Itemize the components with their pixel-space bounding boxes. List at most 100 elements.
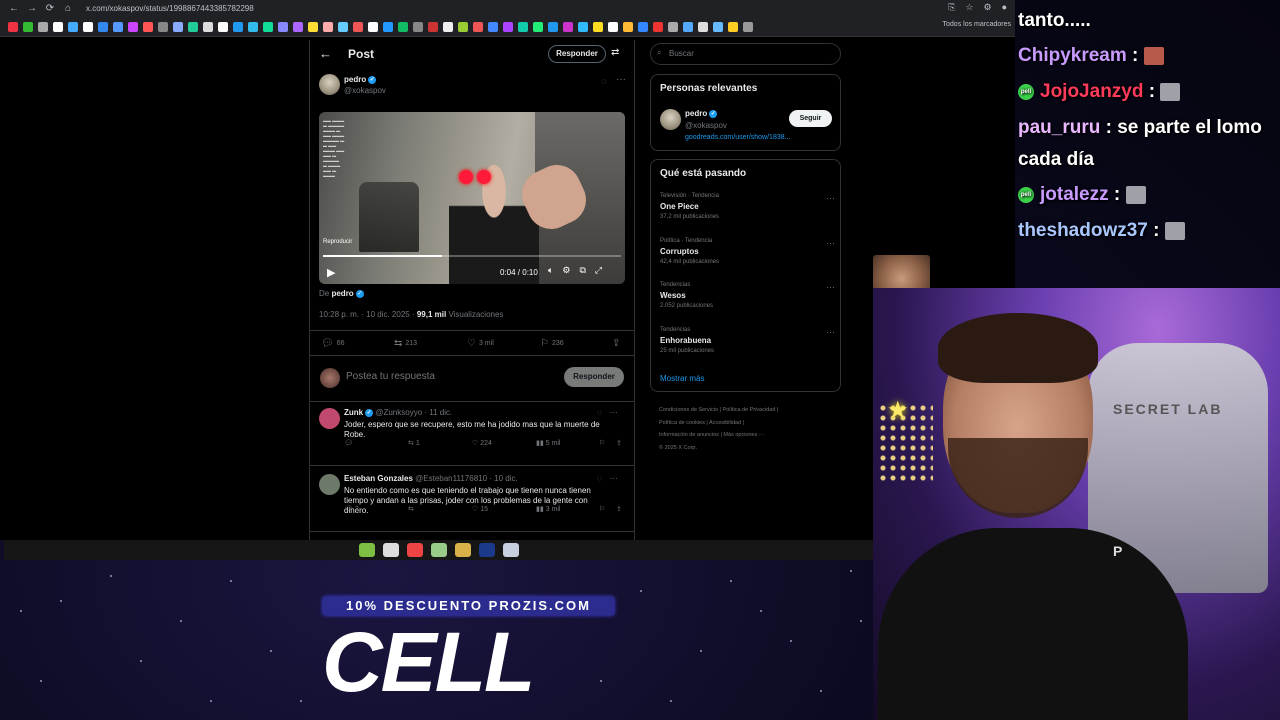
heart-icon[interactable]: ♡ 224 <box>472 439 492 447</box>
bookmark-favicon-icon[interactable] <box>248 21 258 32</box>
extensions-icon[interactable]: ⚙ <box>983 2 991 13</box>
reply-author[interactable]: Zunk ✓ @Zunksoyyo · 11 dic. <box>344 408 452 417</box>
bookmark-favicon-icon[interactable] <box>83 21 93 32</box>
taskbar-app-icon[interactable] <box>406 543 423 557</box>
views-icon[interactable]: ▮▮ 5 mil <box>536 439 560 447</box>
reload-icon[interactable]: ⟳ <box>44 3 56 14</box>
taskbar-app-icon[interactable] <box>502 543 519 557</box>
reply-submit-button[interactable]: Responder <box>564 367 624 387</box>
source-author[interactable]: pedro <box>331 289 353 298</box>
reply-author[interactable]: Esteban Gonzales @Esteban11176810 · 10 d… <box>344 474 518 483</box>
bookmark-favicon-icon[interactable] <box>413 21 423 32</box>
back-arrow-icon[interactable]: ← <box>319 46 332 61</box>
bookmark-favicon-icon[interactable] <box>113 21 123 32</box>
relevant-bio-link[interactable]: goodreads.com/user/show/1838... <box>685 134 790 141</box>
bookmark-favicon-icon[interactable] <box>608 21 618 32</box>
bookmark-favicon-icon[interactable] <box>623 21 633 32</box>
home-icon[interactable]: ⌂ <box>62 3 74 14</box>
bookmark-favicon-icon[interactable] <box>53 21 63 32</box>
bookmark-favicon-icon[interactable] <box>98 21 108 32</box>
follow-button[interactable]: Seguir <box>789 110 832 127</box>
search-input[interactable]: Buscar <box>650 43 841 65</box>
bookmark-favicon-icon[interactable] <box>173 21 183 32</box>
more-options-icon[interactable]: ··· <box>610 474 618 483</box>
trend-item[interactable]: Televisión · Tendencia One Piece 37,2 mil … <box>660 193 835 220</box>
bookmark-favicon-icon[interactable] <box>683 21 693 32</box>
bookmark-favicon-icon[interactable] <box>233 21 243 32</box>
filter-icon[interactable]: ⇄ <box>611 47 619 58</box>
settings-icon[interactable]: ⚙ <box>562 265 570 276</box>
bookmark-favicon-icon[interactable] <box>713 21 723 32</box>
like-action[interactable]: ♡ 3 mil <box>467 338 494 349</box>
fullscreen-icon[interactable]: ⤢ <box>595 265 602 276</box>
bookmark-favicon-icon[interactable] <box>473 21 483 32</box>
bookmark-favicon-icon[interactable] <box>368 21 378 32</box>
grok-icon[interactable]: ◌ <box>597 474 602 483</box>
back-icon[interactable]: ← <box>8 3 20 14</box>
video-progress-bar[interactable] <box>323 255 621 257</box>
bookmark-favicon-icon[interactable] <box>548 21 558 32</box>
replay-label[interactable]: Reproducir <box>323 239 352 245</box>
grok-icon[interactable]: ◌ <box>601 76 606 86</box>
footer-line[interactable]: Información de anuncios | Más opciones ·… <box>659 429 829 442</box>
footer-line[interactable]: Condiciones de Servicio | Política de Pr… <box>659 404 829 417</box>
share-icon[interactable]: ⇪ <box>616 439 622 447</box>
more-options-icon[interactable]: ··· <box>826 238 835 248</box>
reply-input[interactable]: Postea tu respuesta <box>346 371 435 382</box>
trend-item[interactable]: Tendencias Enhorabuena 25 mil publicacione… <box>660 327 835 354</box>
bookmark-favicon-icon[interactable] <box>653 21 663 32</box>
more-options-icon[interactable]: ··· <box>610 408 618 417</box>
bookmark-favicon-icon[interactable] <box>323 21 333 32</box>
taskbar-app-icon[interactable] <box>478 543 495 557</box>
taskbar-app-icon[interactable] <box>358 543 375 557</box>
trend-item[interactable]: Tendencias Wesos 2.052 publicaciones ··· <box>660 282 835 309</box>
taskbar-app-icon[interactable] <box>430 543 447 557</box>
forward-icon[interactable]: → <box>26 3 38 14</box>
share-icon[interactable]: ⇪ <box>616 505 622 513</box>
more-options-icon[interactable]: ··· <box>826 193 835 203</box>
show-more-link[interactable]: Mostrar más <box>660 374 704 383</box>
bookmark-favicon-icon[interactable] <box>728 21 738 32</box>
volume-icon[interactable]: 🔈︎ <box>548 265 553 276</box>
relevant-handle[interactable]: @xokaspov <box>685 121 727 130</box>
reply-avatar[interactable] <box>319 408 340 429</box>
bookmark-favicon-icon[interactable] <box>398 21 408 32</box>
bookmark-favicon-icon[interactable] <box>578 21 588 32</box>
bookmark-favicon-icon[interactable] <box>743 21 753 32</box>
relevant-name[interactable]: pedro ✓ <box>685 109 718 118</box>
bookmark-favicon-icon[interactable] <box>203 21 213 32</box>
reply-item[interactable]: Esteban Gonzales @Esteban11176810 · 10 d… <box>310 468 634 532</box>
bookmark-favicon-icon[interactable] <box>443 21 453 32</box>
bookmark-favicon-icon[interactable] <box>158 21 168 32</box>
bookmark-favicon-icon[interactable] <box>488 21 498 32</box>
reply-action[interactable]: 💬︎ 66 <box>321 338 345 349</box>
more-options-icon[interactable]: ··· <box>826 282 835 292</box>
bookmark-favicon-icon[interactable] <box>8 21 18 32</box>
bookmark-favicon-icon[interactable] <box>428 21 438 32</box>
bookmark-favicon-icon[interactable] <box>128 21 138 32</box>
bookmark-favicon-icon[interactable] <box>503 21 513 32</box>
comment-icon[interactable]: 💬︎ 2 <box>344 505 359 513</box>
reply-avatar[interactable] <box>319 474 340 495</box>
bookmark-favicon-icon[interactable] <box>263 21 273 32</box>
install-icon[interactable]: ⎘ <box>948 2 955 13</box>
heart-icon[interactable]: ♡ 15 <box>472 505 488 513</box>
bookmark-favicon-icon[interactable] <box>338 21 348 32</box>
bookmark-favicon-icon[interactable] <box>278 21 288 32</box>
author-handle[interactable]: @xokaspov <box>344 86 386 95</box>
bookmark-favicon-icon[interactable] <box>563 21 573 32</box>
bookmark-favicon-icon[interactable] <box>143 21 153 32</box>
repost-action[interactable]: ⇆ 213 <box>394 338 417 349</box>
bookmark-favicon-icon[interactable] <box>593 21 603 32</box>
bookmark-favicon-icon[interactable] <box>638 21 648 32</box>
bookmark-favicon-icon[interactable] <box>383 21 393 32</box>
bookmark-favicon-icon[interactable] <box>533 21 543 32</box>
footer-line[interactable]: Política de cookies | Accesibilidad | <box>659 417 829 430</box>
bookmark-star-icon[interactable]: ☆ <box>965 2 973 13</box>
bookmark-favicon-icon[interactable] <box>293 21 303 32</box>
author-avatar[interactable] <box>319 74 340 95</box>
bookmark-favicon-icon[interactable] <box>518 21 528 32</box>
bookmark-favicon-icon[interactable] <box>218 21 228 32</box>
bookmark-action[interactable]: ⚐ 236 <box>540 338 564 349</box>
all-bookmarks-folder[interactable]: Todos los marcadores <box>943 21 1011 28</box>
